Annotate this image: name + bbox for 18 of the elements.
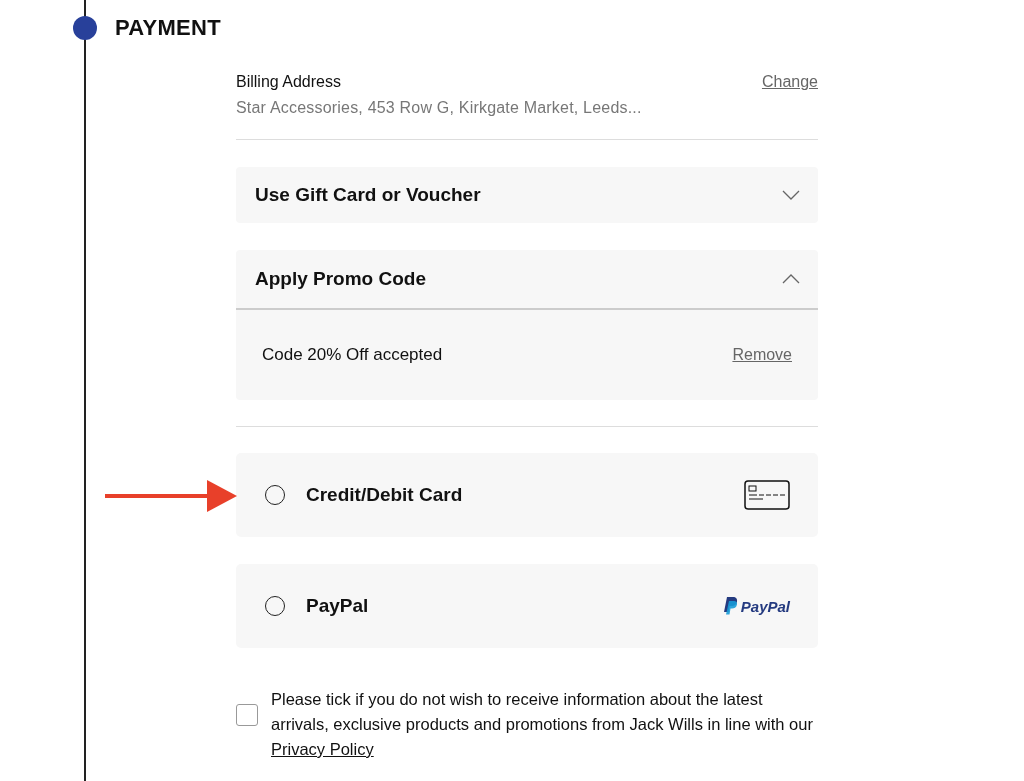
timeline-step-dot xyxy=(73,16,97,40)
billing-address: Star Accessories, 453 Row G, Kirkgate Market, Leeds... xyxy=(236,99,643,117)
privacy-policy-link[interactable]: Privacy Policy xyxy=(271,740,374,758)
chevron-down-icon xyxy=(782,190,800,200)
payment-option[interactable]: PayPal PayPal xyxy=(236,564,818,648)
section-title: PAYMENT xyxy=(115,15,221,41)
chevron-up-icon xyxy=(782,274,800,284)
billing-address-label: Billing Address xyxy=(236,73,341,91)
accordion-header[interactable]: Use Gift Card or Voucher xyxy=(236,167,818,223)
promo-status-text: Code 20% Off accepted xyxy=(262,345,443,365)
consent-text: Please tick if you do not wish to receive information about the latest arrivals, exclusive products and promotions from Jack Wills in line with our Privacy Policy xyxy=(271,689,814,760)
payment-option[interactable]: Credit/Debit Card xyxy=(236,453,818,537)
checkbox[interactable] xyxy=(236,704,258,726)
change-link[interactable]: Change xyxy=(761,73,818,91)
accordion-header[interactable]: Apply Promo Code xyxy=(236,250,818,310)
paypal-logo: PayPal xyxy=(723,597,790,615)
credit-card-icon xyxy=(744,480,790,510)
remove-link[interactable]: Remove xyxy=(732,346,792,364)
